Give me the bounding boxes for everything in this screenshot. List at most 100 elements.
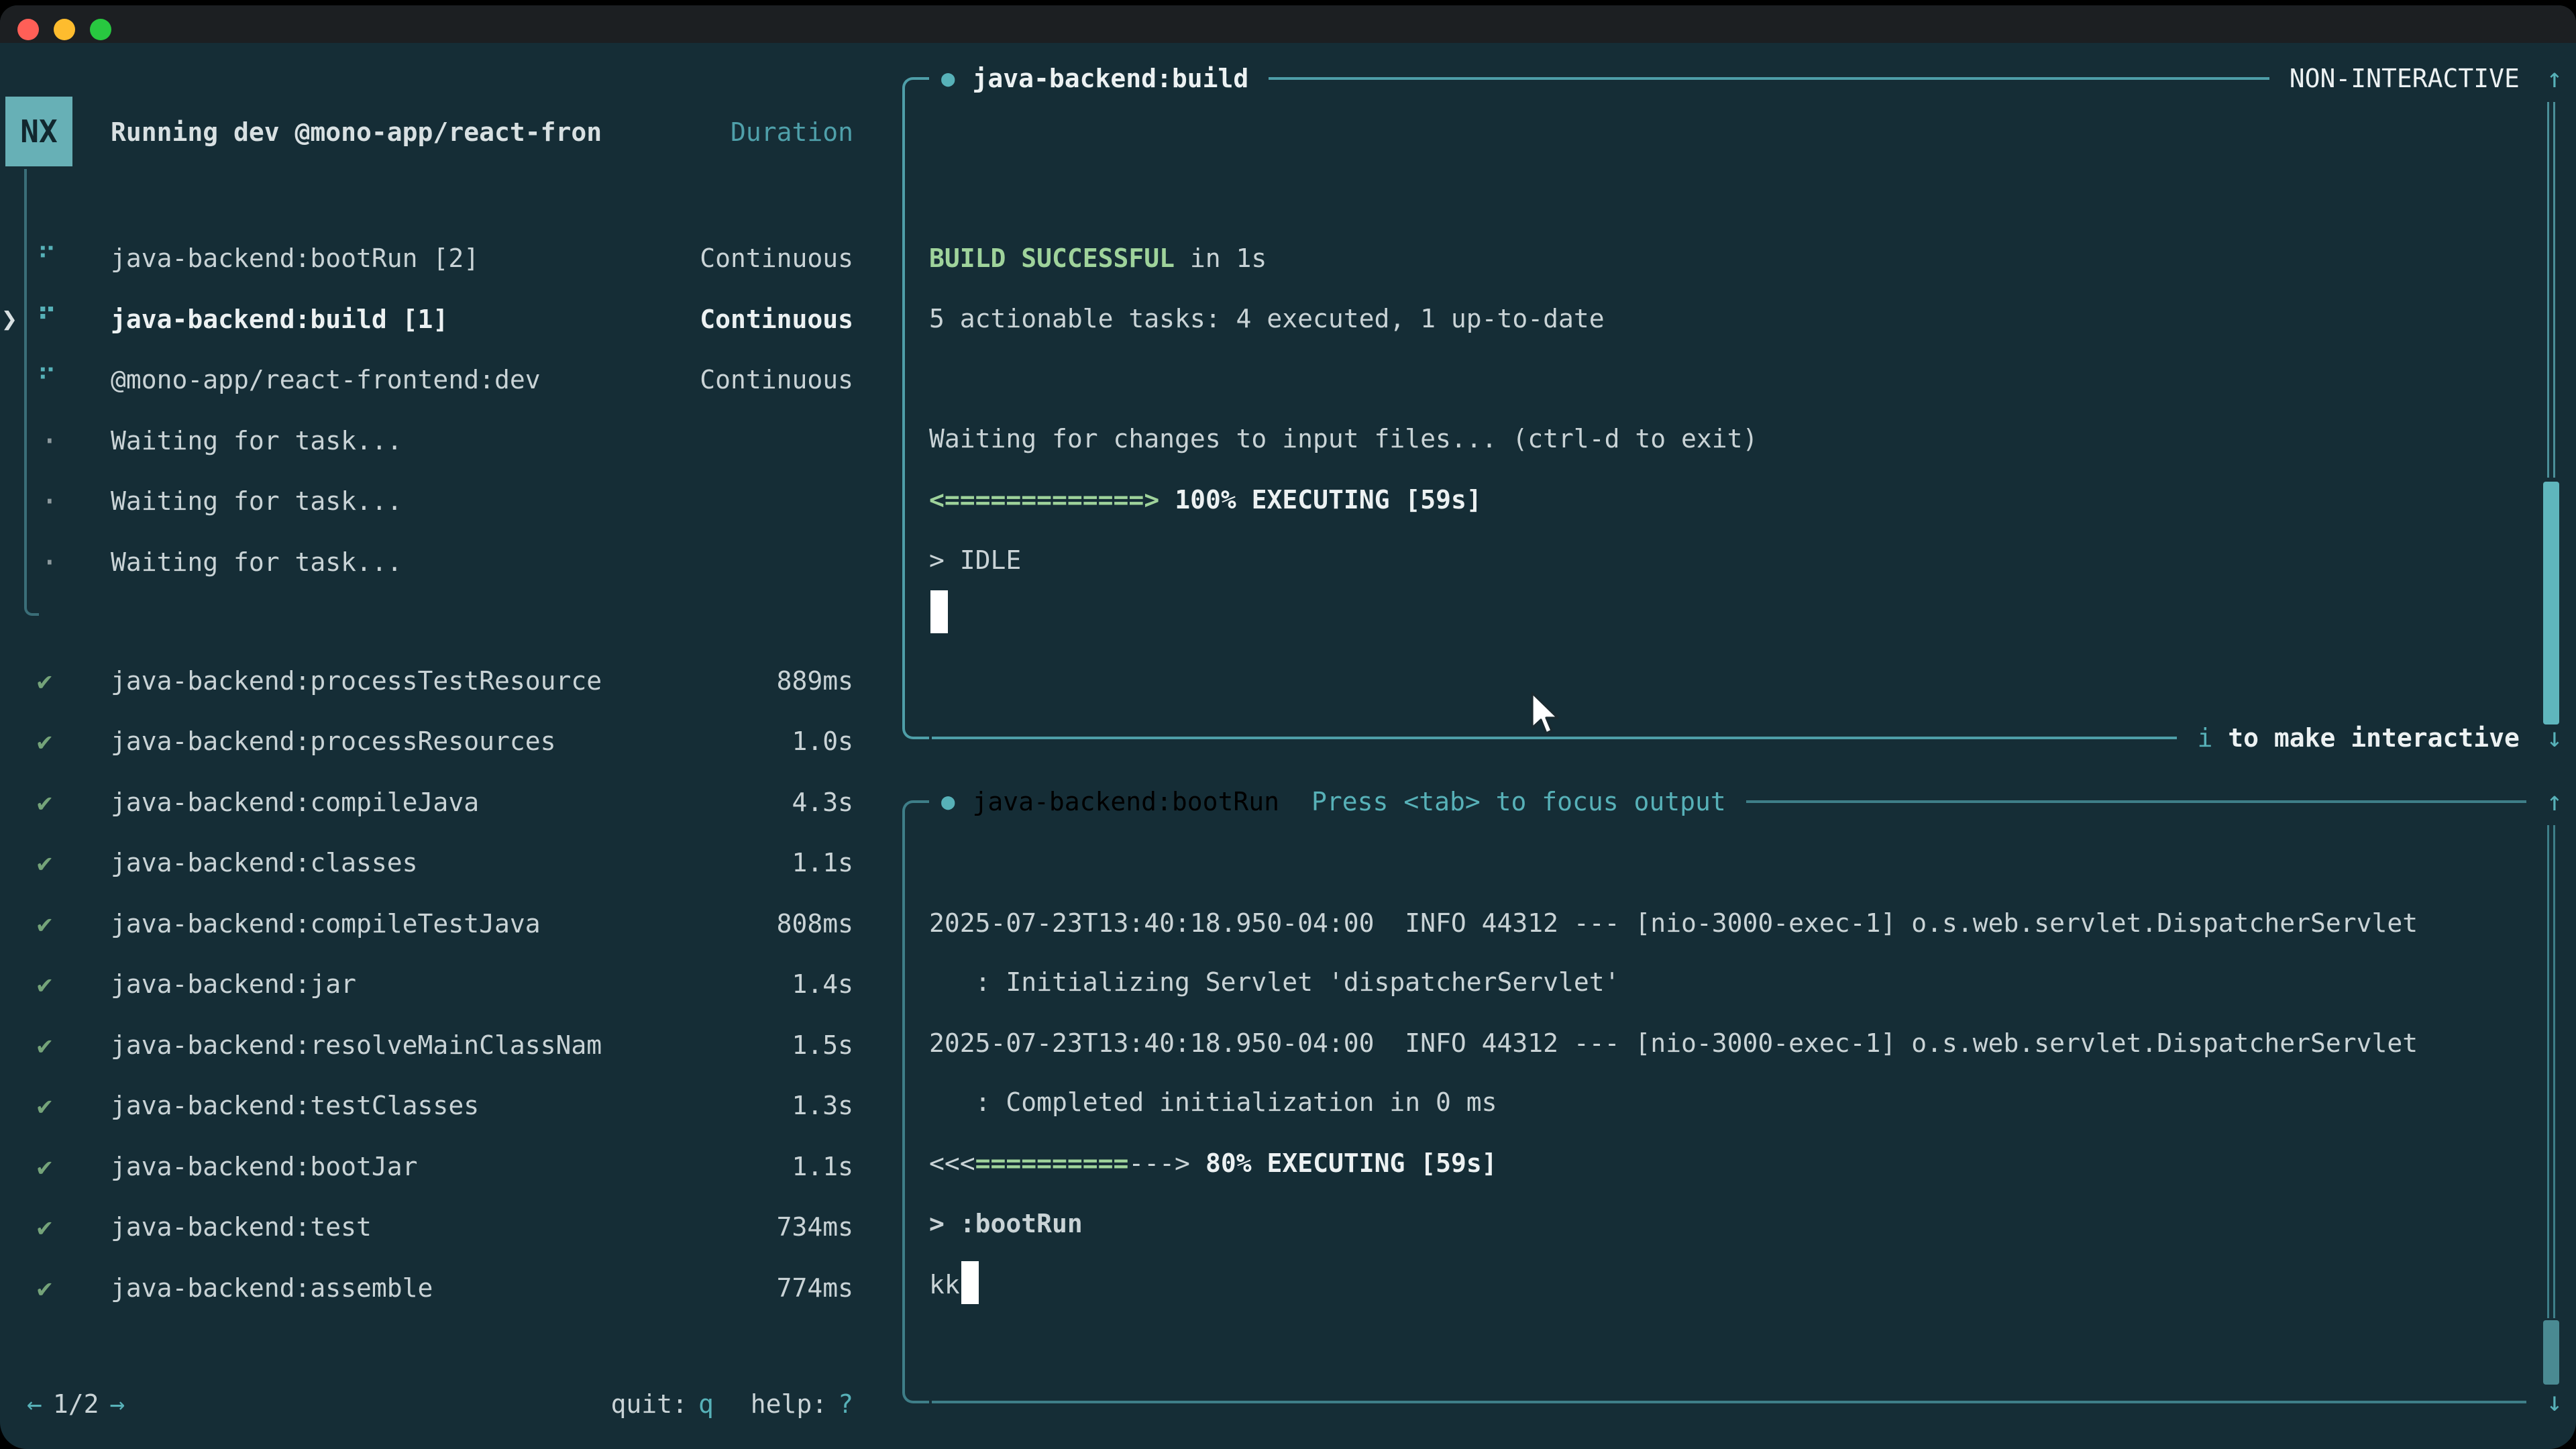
bootrun-pane-border-corner [902,1377,929,1403]
task-row-build-selected[interactable]: ❯ ⠋ java-backend:build [1] Continuous [0,289,892,350]
spinner-icon: ⠋ [37,304,56,335]
task-row-waiting[interactable]: · Waiting for task... [0,471,892,532]
help-key[interactable]: ? [838,1389,853,1419]
task-row-bootrun[interactable]: ⠋ java-backend:bootRun [2] Continuous [0,228,892,289]
check-icon: ✔ [37,969,52,999]
task-duration: 4.3s [792,788,853,817]
task-name: java-backend:bootJar [111,1152,792,1181]
bootrun-pane-footer: ↓ [932,1385,2563,1419]
task-duration: 774ms [777,1273,853,1303]
task-name: java-backend:test [111,1212,777,1242]
task-duration: 1.1s [792,1152,853,1181]
keyboard-hints: quit: q help:? [611,1389,853,1419]
task-name: java-backend:classes [111,848,792,877]
task-name: java-backend:compileTestJava [111,909,777,938]
task-duration: 1.1s [792,848,853,877]
task-name: java-backend:jar [111,969,792,999]
task-name: Waiting for task... [111,486,853,516]
check-icon: ✔ [37,909,52,938]
close-button[interactable] [17,19,39,40]
task-name: java-backend:processResources [111,727,792,756]
task-row-completed[interactable]: ✔ java-backend:testClasses 1.3s [0,1075,892,1136]
log-line: 2025-07-23T13:40:18.950-04:00 INFO 44312… [929,1024,2418,1062]
pager-next-icon[interactable]: → [110,1389,125,1419]
check-icon: ✔ [37,848,52,877]
task-name: java-backend:assemble [111,1273,777,1303]
pane-border-line [932,1401,2526,1403]
running-task-list: ⠋ java-backend:bootRun [2] Continuous ❯ … [0,228,892,592]
task-name: java-backend:testClasses [111,1091,792,1120]
gradle-progress-bar: <=============>100% EXECUTING [59s] [929,481,1482,519]
minimize-button[interactable] [54,19,75,40]
sidebar-footer: ← 1/2 → quit: q help:? [27,1385,853,1424]
task-name: java-backend:compileJava [111,788,792,817]
task-row-completed[interactable]: ✔ java-backend:jar 1.4s [0,954,892,1015]
check-icon: ✔ [37,1030,52,1060]
build-pane-scrollbar-track[interactable] [2547,102,2555,478]
task-duration: 889ms [777,666,853,696]
text-cursor [930,590,948,633]
task-row-completed[interactable]: ✔ java-backend:processTestResource 889ms [0,651,892,712]
pane-border-line [1269,77,2269,80]
duration-column-header: Duration [731,117,853,147]
task-status: Continuous [700,365,853,394]
check-icon: ✔ [37,666,52,696]
task-row-completed[interactable]: ✔ java-backend:resolveMainClassNam 1.5s [0,1015,892,1076]
task-name: java-backend:build [1] [111,305,700,334]
check-icon: ✔ [37,788,52,817]
check-icon: ✔ [37,1091,52,1120]
interactive-hint-text: to make interactive [2212,723,2520,753]
pane-border-line [1746,800,2526,803]
help-label: help: [751,1389,827,1419]
task-row-completed[interactable]: ✔ java-backend:test 734ms [0,1197,892,1258]
task-row-completed[interactable]: ✔ java-backend:bootJar 1.1s [0,1136,892,1197]
task-row-frontend-dev[interactable]: ⠋ @mono-app/react-frontend:dev Continuou… [0,350,892,411]
build-pane-footer: i to make interactive ↓ [932,720,2563,755]
pager: ← 1/2 → [27,1389,125,1419]
desktop-background: NX Running dev @mono-app/react-fron Dura… [0,0,2576,1449]
waiting-line: Waiting for changes to input files... (c… [929,420,1758,458]
selection-arrow-icon: ❯ [1,304,17,335]
build-pane-border-corner [902,77,929,104]
scroll-down-icon[interactable]: ↓ [2546,1387,2563,1417]
scroll-down-icon[interactable]: ↓ [2546,722,2563,753]
run-command-title: Running dev @mono-app/react-fron [111,117,602,147]
task-row-waiting[interactable]: · Waiting for task... [0,532,892,593]
task-status: Continuous [700,244,853,273]
build-result-line: BUILD SUCCESSFUL in 1s [929,239,1267,277]
pane-bullet-icon: ● [941,788,955,815]
page-indicator: 1/2 [53,1389,99,1419]
bootrun-pane-header: ● java-backend:bootRun Press <tab> to fo… [932,784,2563,819]
pager-prev-icon[interactable]: ← [27,1389,42,1419]
focus-output-hint: Press <tab> to focus output [1311,787,1726,816]
bootrun-pane-scrollbar-track[interactable] [2547,825,2555,1318]
log-line: 2025-07-23T13:40:18.950-04:00 INFO 44312… [929,904,2418,942]
bootrun-prompt-line: > :bootRun [929,1205,1083,1242]
check-icon: ✔ [37,1212,52,1242]
task-row-completed[interactable]: ✔ java-backend:assemble 774ms [0,1258,892,1319]
interactive-hint-key[interactable]: i [2197,723,2212,753]
quit-label: quit: [611,1389,688,1419]
task-duration: 1.3s [792,1091,853,1120]
waiting-dot-icon: · [40,544,59,580]
build-pane-scrollbar-thumb[interactable] [2543,482,2559,724]
task-row-completed[interactable]: ✔ java-backend:processResources 1.0s [0,711,892,772]
bootrun-pane-border-corner [902,800,929,827]
build-pane-title: java-backend:build [972,64,1248,93]
check-icon: ✔ [37,1273,52,1303]
bootrun-pane-scrollbar-thumb[interactable] [2543,1320,2559,1385]
task-row-waiting[interactable]: · Waiting for task... [0,411,892,472]
quit-key[interactable]: q [698,1389,714,1419]
tasks-summary-line: 5 actionable tasks: 4 executed, 1 up-to-… [929,300,1605,337]
task-row-completed[interactable]: ✔ java-backend:compileJava 4.3s [0,772,892,833]
scroll-up-icon[interactable]: ↑ [2546,63,2563,94]
idle-status-line: > IDLE [929,541,1021,579]
task-name: java-backend:resolveMainClassNam [111,1030,792,1060]
task-row-completed[interactable]: ✔ java-backend:classes 1.1s [0,833,892,894]
build-pane-border-corner [902,712,929,739]
zoom-button[interactable] [90,19,111,40]
task-name: Waiting for task... [111,547,853,577]
window-titlebar[interactable] [0,5,2576,43]
task-row-completed[interactable]: ✔ java-backend:compileTestJava 808ms [0,894,892,955]
scroll-up-icon[interactable]: ↑ [2546,786,2563,817]
